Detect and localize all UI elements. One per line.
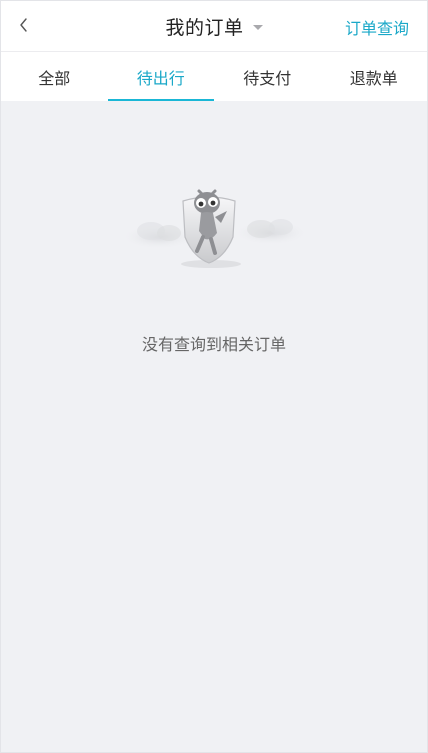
back-button[interactable] [11, 11, 39, 39]
empty-state: 没有查询到相关订单 [1, 101, 427, 752]
order-type-selector[interactable]: 我的订单 [165, 13, 263, 40]
tab-all[interactable]: 全部 [1, 52, 108, 101]
tab-pending-travel[interactable]: 待出行 [107, 52, 215, 101]
page-title: 我的订单 [165, 16, 244, 39]
order-query-link[interactable]: 订单查询 [345, 15, 409, 39]
top-bar: 我的订单 订单查询 [1, 1, 427, 52]
chevron-left-icon [20, 18, 27, 32]
tab-pending-payment[interactable]: 待支付 [214, 52, 321, 101]
tab-refunds[interactable]: 退款单 [321, 52, 428, 101]
order-tabs: 全部 待出行 待支付 退款单 [1, 52, 427, 101]
caret-down-icon [252, 25, 263, 30]
shield-mascot-icon [123, 189, 307, 268]
empty-message: 没有查询到相关订单 [141, 335, 286, 354]
app-frame: 我的订单 订单查询 全部 待出行 待支付 退款单 没有查询到相关订单 [0, 0, 428, 753]
